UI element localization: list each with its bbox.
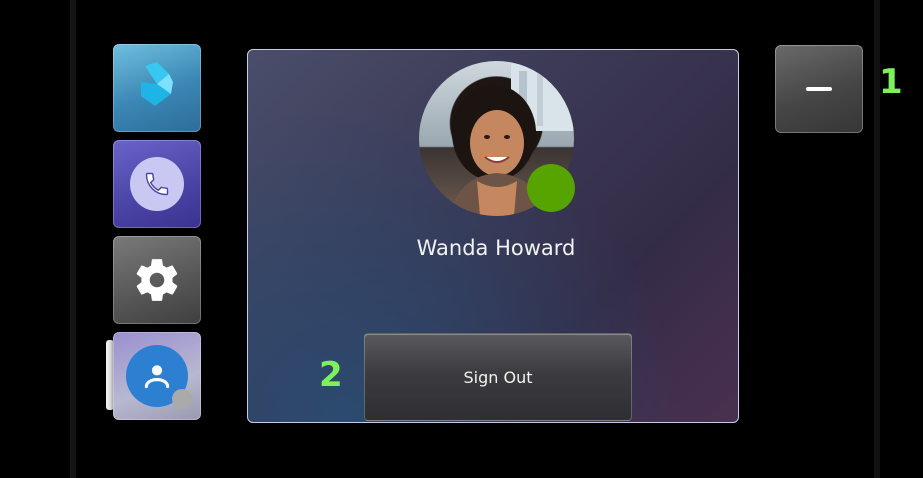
sidebar-item-bing[interactable] [113,44,201,132]
sign-out-button[interactable]: Sign Out [364,333,632,421]
gear-icon [136,259,178,301]
annotation-marker-2: 2 [319,355,343,395]
profile-icon [126,345,192,409]
frame-divider-left [70,0,76,478]
presence-indicator [527,164,575,212]
phone-icon [130,157,184,211]
sidebar-item-settings[interactable] [113,236,201,324]
sidebar-item-calls[interactable] [113,140,201,228]
status-dot [172,389,192,409]
minimize-button[interactable] [775,45,863,133]
annotation-marker-1: 1 [879,62,903,102]
minus-icon [806,87,832,91]
user-name: Wanda Howard [416,236,576,260]
bing-icon [141,62,173,106]
sidebar-item-profile[interactable] [113,332,201,420]
